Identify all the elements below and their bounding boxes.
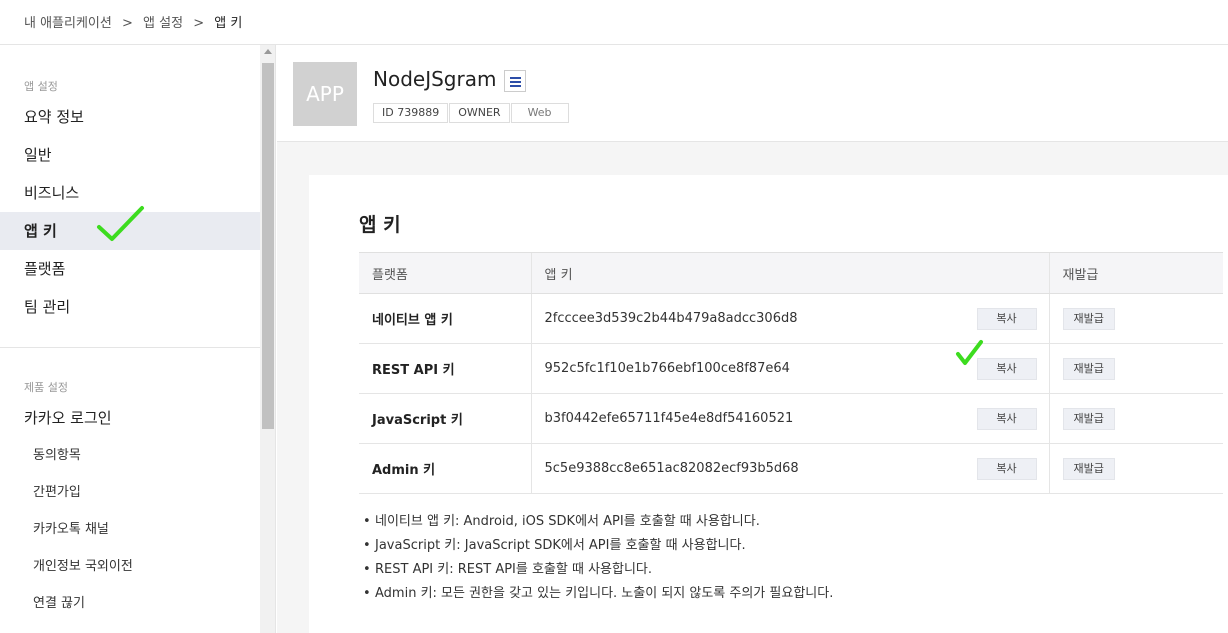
app-platform-badge: Web: [510, 103, 569, 123]
key-usage-notes: 네이티브 앱 키: Android, iOS SDK에서 API를 호출할 때 …: [359, 510, 833, 606]
copy-button[interactable]: 복사: [976, 458, 1037, 480]
reissue-button[interactable]: 재발급: [1062, 307, 1115, 330]
checkmark-icon: [956, 340, 983, 365]
breadcrumb: 내 애플리케이션 > 앱 설정 > 앱 키: [0, 0, 1228, 45]
app-keys-card: 앱 키 플랫폼 앱 키 재발급 네이티브 앱 키 2fcccee3d539c2b…: [309, 175, 1228, 633]
checkmark-icon: [97, 206, 144, 241]
sidebar-item-general[interactable]: 일반: [0, 136, 260, 174]
key-cell: 5c5e9388cc8e651ac82082ecf93b5d68 복사: [530, 443, 1049, 494]
reissue-cell: 재발급: [1048, 293, 1223, 344]
scroll-up-arrow-icon[interactable]: [264, 49, 272, 54]
list-menu-icon[interactable]: [504, 70, 526, 92]
sidebar-item-platform[interactable]: 플랫폼: [0, 250, 260, 288]
app-key-value: 2fcccee3d539c2b44b479a8adcc306d8: [544, 311, 798, 326]
platform-name: JavaScript 키: [359, 393, 531, 444]
app-role-badge: OWNER: [449, 103, 510, 123]
sidebar-subitem-simple-signup[interactable]: 간편가입: [0, 474, 260, 511]
breadcrumb-my-apps[interactable]: 내 애플리케이션: [24, 16, 112, 31]
copy-button[interactable]: 복사: [976, 358, 1037, 380]
column-header-app-key: 앱 키: [530, 252, 1049, 294]
platform-name: REST API 키: [359, 343, 531, 394]
sidebar-subitem-unlink[interactable]: 연결 끊기: [0, 585, 260, 622]
app-key-value: 5c5e9388cc8e651ac82082ecf93b5d68: [544, 461, 799, 476]
list-item: REST API 키: REST API를 호출할 때 사용합니다.: [359, 558, 833, 582]
reissue-cell: 재발급: [1048, 443, 1223, 494]
list-item: Admin 키: 모든 권한을 갖고 있는 키입니다. 노출이 되지 않도록 주…: [359, 582, 833, 606]
app-logo: APP: [293, 62, 357, 126]
sidebar-subitem-kakaotalk-channel[interactable]: 카카오톡 채널: [0, 511, 260, 548]
reissue-button[interactable]: 재발급: [1062, 457, 1115, 480]
sidebar-subitem-privacy-transfer[interactable]: 개인정보 국외이전: [0, 548, 260, 585]
sidebar-subitem-consent[interactable]: 동의항목: [0, 437, 260, 474]
list-item: 네이티브 앱 키: Android, iOS SDK에서 API를 호출할 때 …: [359, 510, 833, 534]
app-name: NodeJSgram: [373, 67, 497, 91]
copy-button[interactable]: 복사: [976, 408, 1037, 430]
main-content: APP NodeJSgram ID 739889 OWNER Web 앱 키 플…: [277, 45, 1228, 633]
reissue-cell: 재발급: [1048, 393, 1223, 444]
platform-name: Admin 키: [359, 443, 531, 494]
column-header-reissue: 재발급: [1048, 252, 1223, 294]
page-title: 앱 키: [359, 214, 401, 236]
copy-button[interactable]: 복사: [976, 308, 1037, 330]
breadcrumb-separator: >: [193, 16, 205, 31]
app-keys-table: 플랫폼 앱 키 재발급 네이티브 앱 키 2fcccee3d539c2b44b4…: [359, 252, 1223, 494]
app-key-value: 952c5fc1f10e1b766ebf100ce8f87e64: [544, 361, 790, 376]
table-row: JavaScript 키 b3f0442efe65711f45e4e8df541…: [359, 393, 1223, 444]
table-row: 네이티브 앱 키 2fcccee3d539c2b44b479a8adcc306d…: [359, 293, 1223, 344]
sidebar-item-team[interactable]: 팀 관리: [0, 288, 260, 326]
scrollbar-thumb[interactable]: [262, 63, 274, 429]
breadcrumb-app-settings[interactable]: 앱 설정: [143, 16, 183, 31]
table-row: REST API 키 952c5fc1f10e1b766ebf100ce8f87…: [359, 343, 1223, 394]
sidebar-section-title: 제품 설정: [24, 381, 68, 394]
sidebar: 앱 설정 요약 정보 일반 비즈니스 앱 키 플랫폼 팀 관리 제품 설정 카카…: [0, 45, 260, 633]
breadcrumb-separator: >: [122, 16, 133, 31]
app-header: APP NodeJSgram ID 739889 OWNER Web: [277, 45, 1228, 142]
table-row: Admin 키 5c5e9388cc8e651ac82082ecf93b5d68…: [359, 443, 1223, 494]
key-cell: 2fcccee3d539c2b44b479a8adcc306d8 복사: [530, 293, 1049, 344]
reissue-cell: 재발급: [1048, 343, 1223, 394]
list-item: JavaScript 키: JavaScript SDK에서 API를 호출할 …: [359, 534, 833, 558]
app-tags: ID 739889 OWNER Web: [373, 103, 570, 123]
sidebar-item-summary[interactable]: 요약 정보: [0, 98, 260, 136]
column-header-platform: 플랫폼: [359, 252, 531, 294]
sidebar-item-kakao-login[interactable]: 카카오 로그인: [0, 399, 260, 437]
sidebar-section-title: 앱 설정: [24, 80, 58, 93]
breadcrumb-current: 앱 키: [214, 16, 243, 31]
platform-name: 네이티브 앱 키: [359, 293, 531, 344]
reissue-button[interactable]: 재발급: [1062, 407, 1115, 430]
app-id-badge: ID 739889: [373, 103, 449, 123]
app-key-value: b3f0442efe65711f45e4e8df54160521: [544, 411, 794, 426]
key-cell: b3f0442efe65711f45e4e8df54160521 복사: [530, 393, 1049, 444]
sidebar-scrollbar[interactable]: [260, 45, 276, 633]
reissue-button[interactable]: 재발급: [1062, 357, 1115, 380]
